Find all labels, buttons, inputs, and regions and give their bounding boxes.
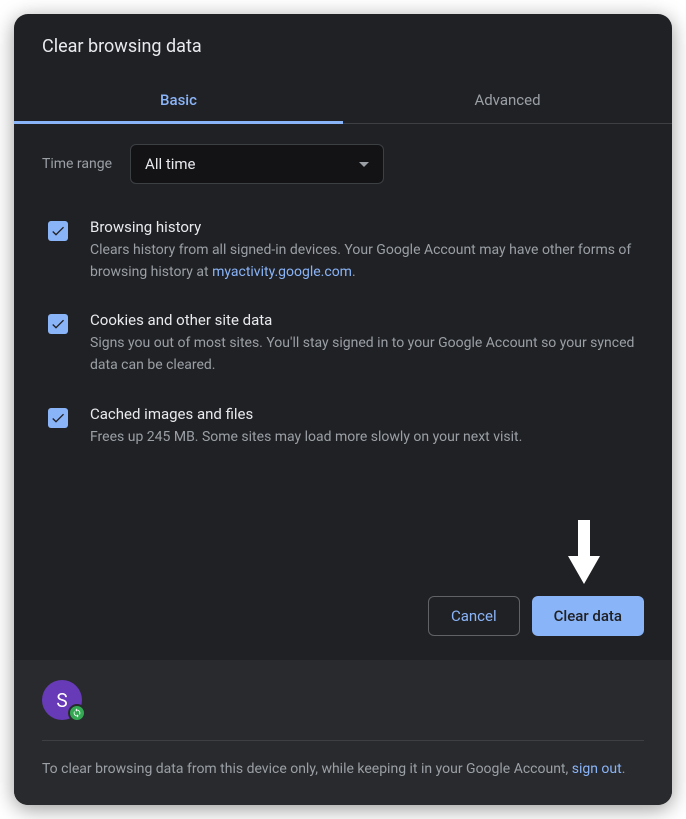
option-desc: Signs you out of most sites. You'll stay… bbox=[90, 333, 644, 376]
checkbox-browsing-history[interactable] bbox=[48, 221, 68, 241]
avatar-initial: S bbox=[56, 689, 67, 712]
dialog-title: Clear browsing data bbox=[14, 14, 672, 77]
button-row: Cancel Clear data bbox=[14, 596, 672, 660]
sync-badge-icon bbox=[68, 704, 86, 722]
avatar-row: S bbox=[42, 680, 644, 720]
cancel-button[interactable]: Cancel bbox=[428, 596, 520, 636]
desc-text: Clears history from all signed-in device… bbox=[90, 242, 631, 280]
footer-text: To clear browsing data from this device … bbox=[42, 759, 644, 781]
dialog-footer: S To clear browsing data from this devic… bbox=[14, 660, 672, 805]
time-range-row: Time range All time bbox=[42, 144, 644, 184]
option-cookies: Cookies and other site data Signs you ou… bbox=[42, 311, 644, 376]
desc-text: . bbox=[352, 264, 356, 280]
time-range-select[interactable]: All time bbox=[130, 144, 384, 184]
option-text: Browsing history Clears history from all… bbox=[90, 218, 644, 283]
clear-browsing-data-dialog: Clear browsing data Basic Advanced Time … bbox=[14, 14, 672, 805]
check-icon bbox=[50, 316, 66, 332]
chevron-down-icon bbox=[359, 162, 369, 167]
option-title: Browsing history bbox=[90, 218, 644, 236]
option-browsing-history: Browsing history Clears history from all… bbox=[42, 218, 644, 283]
time-range-label: Time range bbox=[42, 156, 112, 172]
option-title: Cached images and files bbox=[90, 405, 644, 423]
divider bbox=[42, 740, 644, 741]
option-text: Cached images and files Frees up 245 MB.… bbox=[90, 405, 644, 449]
footer-text-suffix: . bbox=[622, 761, 626, 777]
clear-data-button[interactable]: Clear data bbox=[532, 596, 644, 636]
avatar[interactable]: S bbox=[42, 680, 82, 720]
option-title: Cookies and other site data bbox=[90, 311, 644, 329]
myactivity-link[interactable]: myactivity.google.com bbox=[212, 264, 352, 280]
option-text: Cookies and other site data Signs you ou… bbox=[90, 311, 644, 376]
time-range-value: All time bbox=[145, 155, 195, 173]
checkbox-cache[interactable] bbox=[48, 408, 68, 428]
check-icon bbox=[50, 223, 66, 239]
checkbox-cookies[interactable] bbox=[48, 314, 68, 334]
check-icon bbox=[50, 410, 66, 426]
footer-text-prefix: To clear browsing data from this device … bbox=[42, 761, 572, 777]
option-desc: Frees up 245 MB. Some sites may load mor… bbox=[90, 427, 644, 449]
option-cache: Cached images and files Frees up 245 MB.… bbox=[42, 405, 644, 449]
tab-advanced[interactable]: Advanced bbox=[343, 77, 672, 123]
arrow-down-icon bbox=[564, 520, 604, 588]
tabs: Basic Advanced bbox=[14, 77, 672, 124]
sign-out-link[interactable]: sign out bbox=[572, 761, 622, 777]
option-desc: Clears history from all signed-in device… bbox=[90, 240, 644, 283]
tab-basic[interactable]: Basic bbox=[14, 77, 343, 123]
